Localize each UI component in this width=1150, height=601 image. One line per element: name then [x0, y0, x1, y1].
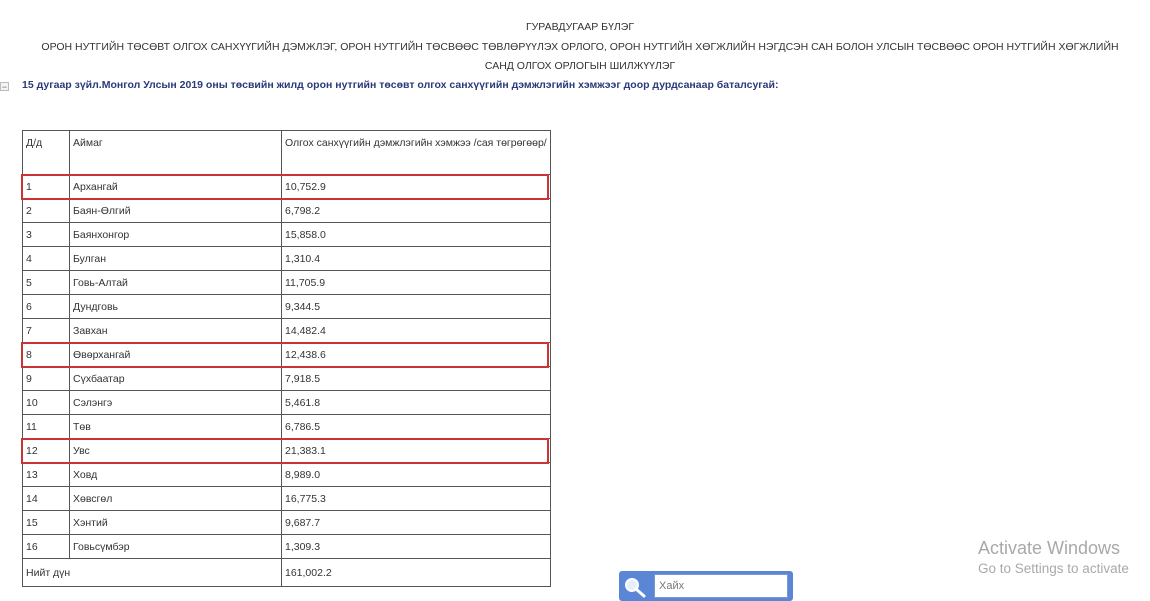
row-number: 12	[22, 438, 70, 463]
table-row: 15 Хэнтий 9,687.7	[22, 510, 551, 535]
row-number: 8	[22, 342, 70, 367]
row-amount: 12,438.6	[281, 342, 551, 367]
row-number: 15	[22, 510, 70, 535]
table-row: 5 Говь-Алтай 11,705.9	[22, 270, 551, 295]
article-title: 15 дугаар зүйл.Монгол Улсын 2019 оны төс…	[22, 79, 779, 91]
row-province: Хөвсгөл	[69, 486, 282, 511]
row-amount: 9,344.5	[281, 294, 551, 319]
column-header-amount-text: Олгох санхүүгийн дэмжлэгийн хэмжээ /сая …	[285, 137, 547, 149]
chapter-subtitle-line2: САНД ОЛГОХ ОРЛОГЫН ШИЛЖҮҮЛЭГ	[484, 60, 676, 72]
row-amount: 9,687.7	[281, 510, 551, 535]
column-header-amount: Олгох санхүүгийн дэмжлэгийн хэмжээ /сая …	[281, 130, 551, 175]
collapse-toggle[interactable]: −	[0, 82, 9, 92]
row-number: 4	[22, 246, 70, 271]
row-province: Баянхонгор	[69, 222, 282, 247]
row-province: Завхан	[69, 318, 282, 343]
row-amount: 15,858.0	[281, 222, 551, 247]
row-number: 2	[22, 198, 70, 223]
row-number: 11	[22, 414, 70, 439]
search-input[interactable]: Хайх	[654, 574, 788, 598]
table-row: 14 Хөвсгөл 16,775.3	[22, 486, 551, 511]
row-province: Говь-Алтай	[69, 270, 282, 295]
row-number: 6	[22, 294, 70, 319]
row-amount: 1,310.4	[281, 246, 551, 271]
row-amount: 6,798.2	[281, 198, 551, 223]
row-province: Ховд	[69, 462, 282, 487]
table-row: 1 Архангай 10,752.9	[22, 174, 551, 199]
table-row: 16 Говьсүмбэр 1,309.3	[22, 534, 551, 559]
total-label: Нийт дүн	[22, 558, 282, 587]
budget-table: Д/д Аймаг Олгох санхүүгийн дэмжлэгийн хэ…	[22, 130, 551, 587]
table-row: 9 Сүхбаатар 7,918.5	[22, 366, 551, 391]
row-province: Архангай	[69, 174, 282, 199]
row-number: 3	[22, 222, 70, 247]
row-amount: 5,461.8	[281, 390, 551, 415]
row-province: Дундговь	[69, 294, 282, 319]
table-row: 8 Өвөрхангай 12,438.6	[22, 342, 551, 367]
row-amount: 7,918.5	[281, 366, 551, 391]
table-row: 11 Төв 6,786.5	[22, 414, 551, 439]
row-province: Сэлэнгэ	[69, 390, 282, 415]
watermark-line1: Activate Windows	[978, 538, 1121, 558]
row-amount: 6,786.5	[281, 414, 551, 439]
row-amount: 1,309.3	[281, 534, 551, 559]
chapter-title: ГУРАВДУГААР БҮЛЭГ	[525, 21, 635, 33]
row-number: 9	[22, 366, 70, 391]
row-province: Төв	[69, 414, 282, 439]
row-province: Өвөрхангай	[69, 342, 282, 367]
row-province: Увс	[69, 438, 282, 463]
row-number: 13	[22, 462, 70, 487]
row-number: 7	[22, 318, 70, 343]
table-row: 10 Сэлэнгэ 5,461.8	[22, 390, 551, 415]
row-number: 10	[22, 390, 70, 415]
row-province: Баян-Өлгий	[69, 198, 282, 223]
row-number: 16	[22, 534, 70, 559]
table-row: 6 Дундговь 9,344.5	[22, 294, 551, 319]
total-row: Нийт дүн 161,002.2	[22, 558, 551, 587]
row-amount: 8,989.0	[281, 462, 551, 487]
table-row: 3 Баянхонгор 15,858.0	[22, 222, 551, 247]
table-row: 12 Увс 21,383.1	[22, 438, 551, 463]
row-amount: 21,383.1	[281, 438, 551, 463]
windows-activation-watermark: Activate Windows Go to Settings to activ…	[978, 537, 1129, 579]
row-province: Булган	[69, 246, 282, 271]
row-number: 1	[22, 174, 70, 199]
chapter-subtitle-line1: ОРОН НУТГИЙН ТӨСӨВТ ОЛГОХ САНХҮҮГИЙН ДЭМ…	[41, 40, 1119, 53]
row-amount: 14,482.4	[281, 318, 551, 343]
table-header-row: Д/д Аймаг Олгох санхүүгийн дэмжлэгийн хэ…	[22, 130, 551, 175]
table-row: 4 Булган 1,310.4	[22, 246, 551, 271]
row-province: Сүхбаатар	[69, 366, 282, 391]
table-row: 2 Баян-Өлгий 6,798.2	[22, 198, 551, 223]
table-row: 7 Завхан 14,482.4	[22, 318, 551, 343]
watermark-line2: Go to Settings to activate	[978, 561, 1129, 576]
search-widget[interactable]: Хайх	[619, 571, 793, 601]
column-header-number: Д/д	[22, 130, 70, 175]
row-amount: 11,705.9	[281, 270, 551, 295]
column-header-province: Аймаг	[69, 130, 282, 175]
row-province: Хэнтий	[69, 510, 282, 535]
chapter-heading: ГУРАВДУГААР БҮЛЭГ ОРОН НУТГИЙН ТӨСӨВТ ОЛ…	[0, 18, 1150, 77]
total-value: 161,002.2	[281, 558, 551, 587]
table-row: 13 Ховд 8,989.0	[22, 462, 551, 487]
row-number: 14	[22, 486, 70, 511]
row-amount: 10,752.9	[281, 174, 551, 199]
row-number: 5	[22, 270, 70, 295]
row-province: Говьсүмбэр	[69, 534, 282, 559]
row-amount: 16,775.3	[281, 486, 551, 511]
